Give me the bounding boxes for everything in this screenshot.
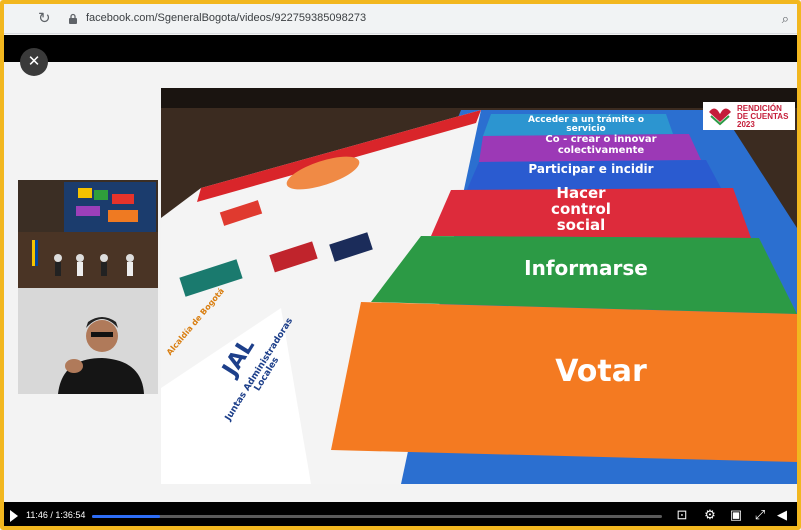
mat-acceder: Acceder a un trámite o servicio <box>527 115 644 135</box>
mat-participar: Participar e incidir <box>528 162 654 176</box>
browser-toolbar: ↻ facebook.com/SgeneralBogota/videos/922… <box>4 4 797 34</box>
mat-co-crear: Co - crear o innovar colectivamente <box>545 134 657 156</box>
settings-icon[interactable]: ⚙ <box>702 507 718 523</box>
logo-line2: DE CUENTAS 2023 <box>737 112 789 129</box>
logo-text: RENDICIÓN DE CUENTAS 2023 <box>737 105 795 129</box>
app-frame: ↻ facebook.com/SgeneralBogota/videos/922… <box>0 0 801 530</box>
player-controls: 11:46 / 1:36:54 ⊡ ⚙ ▣ ⤢ ◀ <box>4 502 797 526</box>
reload-icon[interactable]: ↻ <box>38 11 54 27</box>
video-stage: Acceder a un trámite o servicio Co - cre… <box>4 62 797 502</box>
play-icon[interactable] <box>10 510 18 522</box>
mat-informarse: Informarse <box>524 256 648 280</box>
stage-scene <box>18 188 158 288</box>
progress-bar[interactable] <box>92 515 662 518</box>
captions-icon[interactable]: ⊡ <box>674 507 690 523</box>
address-bar[interactable]: facebook.com/SgeneralBogota/videos/92275… <box>86 12 366 24</box>
progress-fill <box>92 515 161 518</box>
rendicion-logo: RENDICIÓN DE CUENTAS 2023 <box>703 102 795 130</box>
stage-thumbnail <box>18 180 158 288</box>
mat-hacer-control: Hacer control social <box>551 184 611 234</box>
volume-icon[interactable]: ◀ <box>774 507 790 523</box>
fullscreen-icon[interactable]: ⤢ <box>752 507 768 523</box>
mats-scene <box>161 88 797 484</box>
zoom-icon[interactable]: ⌕ <box>782 11 789 27</box>
logo-icon <box>709 108 731 126</box>
interpreter-scene <box>18 288 158 394</box>
lock-icon <box>69 13 77 24</box>
time-display: 11:46 / 1:36:54 <box>26 510 86 520</box>
viewer-top-strip <box>4 35 797 62</box>
close-button[interactable]: ✕ <box>20 48 48 76</box>
main-video[interactable]: Acceder a un trámite o servicio Co - cre… <box>161 88 797 484</box>
mat-votar: Votar <box>555 354 647 389</box>
picture-in-picture-icon[interactable]: ▣ <box>728 507 744 523</box>
interpreter-thumbnail <box>18 288 158 394</box>
